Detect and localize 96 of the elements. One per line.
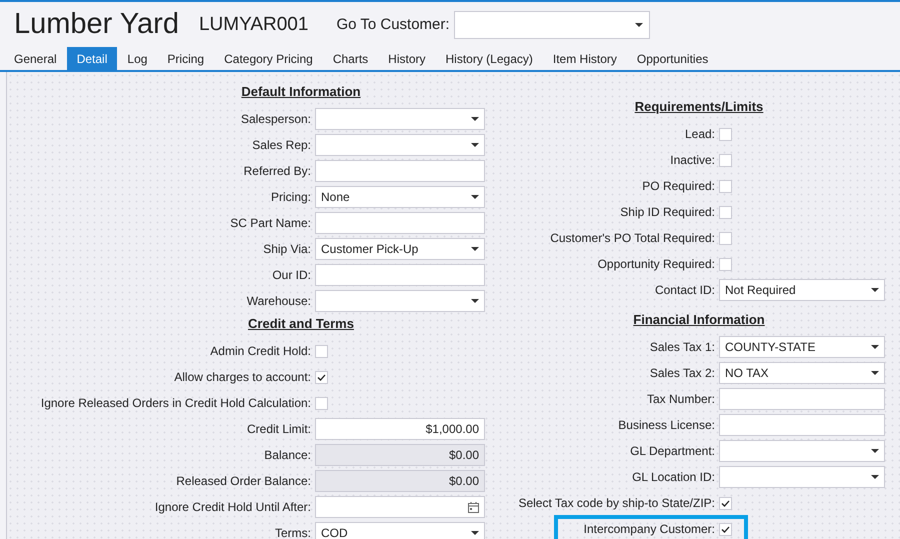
caret-icon <box>871 371 879 375</box>
field-label: Referred By: <box>242 164 311 178</box>
goto-label: Go To Customer: <box>336 16 450 33</box>
readonly-field: $0.00 <box>315 470 485 492</box>
readonly-field: $0.00 <box>315 444 485 466</box>
checkmark-icon <box>317 374 326 380</box>
field-label: Ship Via: <box>262 242 311 256</box>
tab[interactable]: Log <box>117 47 158 70</box>
field-label: Sales Tax 2: <box>648 366 715 380</box>
dropdown-field[interactable]: COD <box>315 522 485 539</box>
section-title: Credit and Terms <box>247 315 355 333</box>
caret-icon <box>871 345 879 349</box>
tab[interactable]: Opportunities <box>626 47 718 70</box>
field-label: Salesperson: <box>240 112 311 126</box>
field-label: Ignore Released Orders in Credit Hold Calculation: <box>40 396 311 410</box>
date-field[interactable] <box>315 496 485 518</box>
section-title: Default Information <box>240 83 362 101</box>
field-label: Ignore Credit Hold Until After: <box>154 500 311 514</box>
field-label: Lead: <box>684 127 715 141</box>
field-label: PO Required: <box>641 179 715 193</box>
field-label: Warehouse: <box>246 294 311 308</box>
tab[interactable]: General <box>4 47 67 70</box>
field-label: Business License: <box>617 418 715 432</box>
section-title: Financial Information <box>632 311 766 329</box>
calendar-icon <box>468 502 479 512</box>
field-label: Inactive: <box>669 153 715 167</box>
field-label: Sales Tax 1: <box>648 340 715 354</box>
checkbox[interactable] <box>719 154 732 166</box>
checkbox[interactable] <box>315 344 328 358</box>
tab[interactable]: Category Pricing <box>214 47 323 70</box>
field-label: Customer's PO Total Required: <box>549 231 715 245</box>
field-label: Contact ID: <box>654 283 715 297</box>
field-label: Opportunity Required: <box>596 257 715 271</box>
field-label: GL Department: <box>629 444 715 458</box>
tab[interactable]: Detail <box>66 47 118 70</box>
field-label: GL Location ID: <box>631 470 715 484</box>
tab[interactable]: Charts <box>322 47 378 70</box>
input-field[interactable] <box>315 264 485 286</box>
field-label: Balance: <box>263 448 311 462</box>
field-label: Allow charges to account: <box>173 370 311 384</box>
dropdown-field[interactable]: COUNTY-STATE <box>719 336 885 358</box>
checkbox[interactable] <box>719 232 732 244</box>
input-field[interactable] <box>719 414 885 436</box>
dropdown-field[interactable] <box>719 466 885 488</box>
dropdown-field[interactable] <box>719 440 885 462</box>
caret-icon <box>471 117 479 121</box>
input-field[interactable] <box>315 160 485 182</box>
checkbox[interactable] <box>719 258 732 270</box>
field-label: Admin Credit Hold: <box>209 344 311 358</box>
field-label: Select Tax code by ship-to State/ZIP: <box>517 496 715 510</box>
field-label: SC Part Name: <box>229 216 311 230</box>
checkmark-icon <box>721 500 730 506</box>
field-label: Pricing: <box>270 190 311 204</box>
caret-icon <box>471 143 479 147</box>
input-field[interactable] <box>315 212 485 234</box>
caret-icon <box>471 531 479 535</box>
field-label: Terms: <box>274 526 311 539</box>
dropdown-field[interactable] <box>315 108 485 130</box>
field-label: Tax Number: <box>646 392 715 406</box>
dropdown-field[interactable]: Not Required <box>719 279 885 301</box>
input-field[interactable] <box>719 388 885 410</box>
caret-icon <box>471 247 479 251</box>
tab[interactable]: Item History <box>542 47 627 70</box>
caret-icon <box>634 22 643 26</box>
field-label: Ship ID Required: <box>619 205 715 219</box>
checkbox[interactable] <box>315 396 328 410</box>
dropdown-field[interactable]: None <box>315 186 485 208</box>
dropdown-field[interactable] <box>315 290 485 312</box>
dropdown-field[interactable] <box>315 134 485 156</box>
customer-name: Lumber Yard <box>14 8 179 41</box>
checkbox[interactable] <box>719 180 732 192</box>
dropdown-field[interactable]: Customer Pick-Up <box>315 238 485 260</box>
checkbox[interactable] <box>719 128 732 140</box>
checkbox[interactable] <box>719 496 732 510</box>
tab[interactable]: History (Legacy) <box>436 47 543 70</box>
dropdown-field[interactable]: NO TAX <box>719 362 885 384</box>
field-label: Intercompany Customer: <box>582 522 715 536</box>
field-label: Released Order Balance: <box>175 474 311 488</box>
caret-icon <box>471 299 479 303</box>
field-label: Credit Limit: <box>246 422 311 436</box>
caret-icon <box>871 449 879 453</box>
customer-code: LUMYAR001 <box>198 14 308 36</box>
checkbox[interactable] <box>719 206 732 218</box>
input-field[interactable]: $1,000.00 <box>315 418 485 440</box>
customer-dropdown[interactable] <box>454 10 650 38</box>
checkbox[interactable] <box>315 370 328 384</box>
section-title: Requirements/Limits <box>634 98 764 116</box>
checkmark-icon <box>721 526 730 532</box>
tab[interactable]: History <box>378 47 436 70</box>
field-label: Our ID: <box>271 268 311 282</box>
checkbox[interactable] <box>719 522 732 536</box>
caret-icon <box>871 288 879 292</box>
caret-icon <box>471 195 479 199</box>
field-label: Sales Rep: <box>251 138 311 152</box>
tab[interactable]: Pricing <box>157 47 214 70</box>
caret-icon <box>871 475 879 479</box>
